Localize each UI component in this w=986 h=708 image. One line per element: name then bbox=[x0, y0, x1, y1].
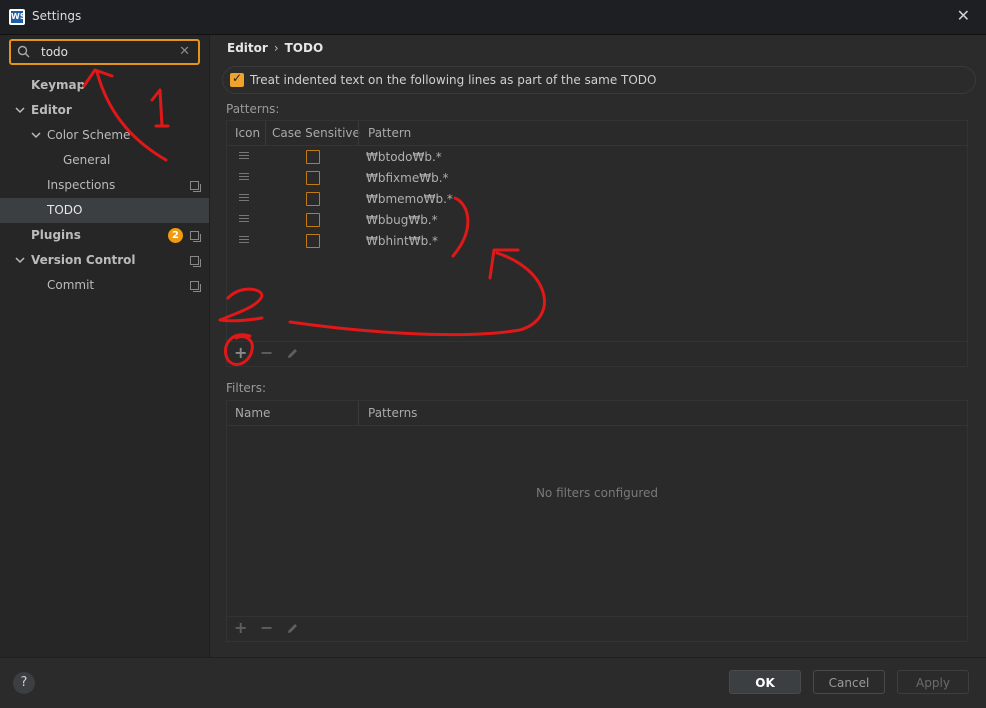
indented-todo-label: Treat indented text on the following lin… bbox=[250, 73, 657, 87]
sidebar-item-plugins[interactable]: Plugins 2 bbox=[0, 223, 209, 248]
pencil-icon[interactable] bbox=[286, 347, 299, 360]
project-settings-icon bbox=[190, 181, 201, 192]
filters-table: Name Patterns No filters configured + − bbox=[226, 400, 968, 642]
todo-icon bbox=[239, 173, 249, 182]
ok-button[interactable]: OK bbox=[729, 670, 801, 694]
sidebar-item-editor[interactable]: Editor bbox=[0, 98, 209, 123]
table-row[interactable]: ₩bbug₩b.* bbox=[227, 210, 967, 231]
sidebar-item-label: Keymap bbox=[31, 78, 86, 92]
project-settings-icon bbox=[190, 231, 201, 242]
title-bar: WS Settings ✕ bbox=[0, 0, 986, 35]
settings-sidebar: todo ✕ Keymap Editor Color Scheme Genera… bbox=[0, 35, 210, 657]
todo-settings-panel: Editor › TODO Treat indented text on the f… bbox=[210, 35, 986, 657]
toolbar-divider bbox=[227, 341, 967, 342]
sidebar-item-label: TODO bbox=[47, 203, 83, 217]
sidebar-item-label: General bbox=[63, 153, 111, 167]
column-header-case-sensitive[interactable]: Case Sensitive bbox=[272, 121, 360, 145]
breadcrumb-current: TODO bbox=[284, 41, 324, 55]
remove-pattern-button[interactable]: − bbox=[260, 343, 273, 362]
table-row[interactable]: ₩btodo₩b.* bbox=[227, 147, 967, 168]
patterns-label: Patterns: bbox=[226, 102, 280, 116]
sidebar-item-label: Plugins bbox=[31, 228, 81, 242]
column-divider bbox=[358, 401, 359, 425]
todo-icon bbox=[239, 236, 249, 245]
pattern-cell: ₩btodo₩b.* bbox=[366, 150, 442, 164]
add-filter-button[interactable]: + bbox=[234, 618, 247, 637]
case-sensitive-checkbox[interactable] bbox=[306, 213, 320, 227]
settings-search-input[interactable]: todo ✕ bbox=[9, 39, 200, 65]
patterns-table: Icon Case Sensitive Pattern ₩btodo₩b.* ₩… bbox=[226, 120, 968, 367]
indented-todo-option[interactable]: Treat indented text on the following lin… bbox=[222, 66, 976, 94]
sidebar-item-color-scheme[interactable]: Color Scheme bbox=[0, 123, 209, 148]
sidebar-item-version-control[interactable]: Version Control bbox=[0, 248, 209, 273]
empty-filters-message: No filters configured bbox=[535, 486, 659, 500]
chevron-down-icon[interactable] bbox=[15, 248, 25, 273]
todo-icon bbox=[239, 194, 249, 203]
table-header-border bbox=[227, 145, 967, 146]
remove-filter-button[interactable]: − bbox=[260, 618, 273, 637]
add-pattern-button[interactable]: + bbox=[234, 343, 247, 362]
case-sensitive-checkbox[interactable] bbox=[306, 192, 320, 206]
sidebar-item-label: Editor bbox=[31, 103, 72, 117]
column-header-patterns[interactable]: Patterns bbox=[368, 401, 417, 425]
sidebar-item-keymap[interactable]: Keymap bbox=[0, 73, 209, 98]
sidebar-item-general[interactable]: General bbox=[0, 148, 209, 173]
sidebar-item-label: Inspections bbox=[47, 178, 116, 192]
breadcrumb-separator: › bbox=[273, 41, 279, 55]
column-header-icon[interactable]: Icon bbox=[235, 121, 260, 145]
app-icon-text: WS bbox=[11, 11, 26, 23]
pattern-cell: ₩bbug₩b.* bbox=[366, 213, 438, 227]
table-row[interactable]: ₩bmemo₩b.* bbox=[227, 189, 967, 210]
pattern-cell: ₩bhint₩b.* bbox=[366, 234, 439, 248]
pencil-icon[interactable] bbox=[286, 622, 299, 635]
indented-todo-checkbox[interactable] bbox=[230, 71, 244, 87]
column-divider bbox=[358, 121, 359, 145]
plugins-updates-badge: 2 bbox=[168, 228, 183, 243]
clear-search-button[interactable]: ✕ bbox=[179, 44, 190, 59]
table-row[interactable]: ₩bfixme₩b.* bbox=[227, 168, 967, 189]
todo-icon bbox=[239, 215, 249, 224]
sidebar-item-todo[interactable]: TODO bbox=[0, 198, 209, 223]
breadcrumb: Editor › TODO bbox=[227, 41, 323, 55]
table-row[interactable]: ₩bhint₩b.* bbox=[227, 231, 967, 252]
dialog-footer: ? OK Cancel Apply bbox=[0, 657, 986, 708]
toolbar-divider bbox=[227, 616, 967, 617]
column-divider bbox=[265, 121, 266, 145]
chevron-down-icon[interactable] bbox=[15, 98, 25, 123]
sidebar-item-label: Commit bbox=[47, 278, 95, 292]
search-value[interactable]: todo bbox=[41, 45, 68, 59]
help-button[interactable]: ? bbox=[13, 672, 35, 694]
webstorm-app-icon: WS bbox=[9, 9, 26, 25]
column-header-pattern[interactable]: Pattern bbox=[368, 121, 411, 145]
sidebar-item-label: Color Scheme bbox=[47, 128, 131, 142]
sidebar-item-commit[interactable]: Commit bbox=[0, 273, 209, 298]
case-sensitive-checkbox[interactable] bbox=[306, 150, 320, 164]
chevron-down-icon[interactable] bbox=[31, 123, 41, 148]
window-close-button[interactable]: ✕ bbox=[957, 6, 970, 25]
case-sensitive-checkbox[interactable] bbox=[306, 234, 320, 248]
column-header-name[interactable]: Name bbox=[235, 401, 270, 425]
cancel-button[interactable]: Cancel bbox=[813, 670, 885, 694]
project-settings-icon bbox=[190, 281, 201, 292]
todo-icon bbox=[239, 152, 249, 161]
filters-label: Filters: bbox=[226, 381, 267, 395]
project-settings-icon bbox=[190, 256, 201, 267]
sidebar-item-inspections[interactable]: Inspections bbox=[0, 173, 209, 198]
breadcrumb-parent[interactable]: Editor bbox=[227, 41, 268, 55]
pattern-cell: ₩bfixme₩b.* bbox=[366, 171, 449, 185]
table-header-border bbox=[227, 425, 967, 426]
search-icon bbox=[17, 45, 30, 58]
apply-button[interactable]: Apply bbox=[897, 670, 969, 694]
sidebar-item-label: Version Control bbox=[31, 253, 136, 267]
pattern-cell: ₩bmemo₩b.* bbox=[366, 192, 453, 206]
case-sensitive-checkbox[interactable] bbox=[306, 171, 320, 185]
window-title: Settings bbox=[32, 9, 82, 23]
